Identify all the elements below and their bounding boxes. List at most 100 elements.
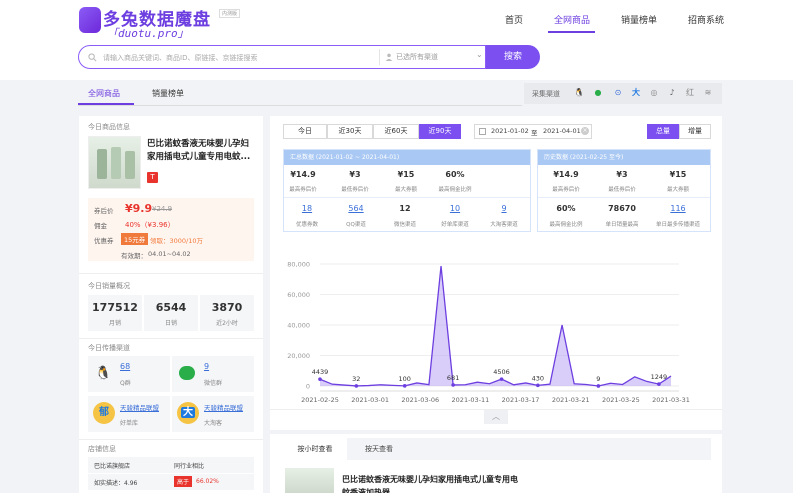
more-icon[interactable]: ≋ — [702, 87, 714, 99]
store-compare: 同行业相比 — [174, 463, 205, 470]
qq-channel-count[interactable]: 68 — [120, 362, 130, 371]
summary-min-price-label: 最低券后价 — [341, 187, 369, 193]
x-tick-label: 2021-02-25 — [301, 396, 339, 404]
channel-select[interactable]: 已选所有渠道 ⌄ — [379, 49, 486, 65]
summary-max-price-label: 最高券后价 — [289, 187, 317, 193]
qq-channel-box[interactable]: 🐧 68 Q群 — [88, 356, 170, 392]
product-image[interactable] — [88, 136, 141, 189]
channel-select-value: 已选所有渠道 — [396, 53, 438, 61]
store-desc-label: 如实描述：4.96 — [94, 480, 138, 487]
summary-wechat-count: 12 — [399, 204, 411, 213]
product-name[interactable]: 巴比诺蚊香液无味婴儿孕妇家用插电式儿童专用电蚊... — [147, 138, 255, 164]
x-tick-label: 2021-03-17 — [502, 396, 540, 404]
red-icon[interactable]: 红 — [684, 87, 696, 99]
wechat-channel-label: 微信群 — [204, 380, 223, 387]
chart-data-label: 681 — [447, 374, 459, 382]
tab-daily[interactable]: 按天查看 — [347, 438, 411, 460]
date-btn-90[interactable]: 近90天 — [419, 124, 461, 139]
daily-sales-box: 6544 日销 — [144, 295, 198, 331]
y-tick-label: 60,000 — [287, 291, 310, 299]
nav-sales-rank[interactable]: 销量榜单 — [621, 13, 657, 26]
date-btn-today[interactable]: 今日 — [283, 124, 327, 139]
date-btn-30[interactable]: 近30天 — [327, 124, 373, 139]
dataoke-label: 大淘客 — [204, 420, 223, 427]
wechat-channel-box[interactable]: 9 微信群 — [172, 356, 254, 392]
chart-point — [318, 377, 322, 382]
summary-dataoke-count[interactable]: 9 — [486, 204, 522, 213]
search-input[interactable]: 请输入商品关键词、商品ID、原链接、京链接搜索 已选所有渠道 ⌄ — [78, 45, 486, 69]
two-hour-sales-label: 近2小时 — [216, 320, 238, 327]
history-max-price-label: 最高券后价 — [552, 187, 580, 193]
logo[interactable]: 多兔数据魔盘 「duotu.pro」 内测版 — [79, 4, 251, 40]
history-max-channels[interactable]: 116 — [660, 204, 696, 213]
summary-haodanku-count[interactable]: 10 — [437, 204, 473, 213]
store-desc-pct: 66.02% — [196, 478, 219, 485]
dataoke-alliance[interactable]: 天骏精品联盟 — [204, 402, 243, 412]
nav-home[interactable]: 首页 — [505, 13, 523, 26]
y-tick-label: 40,000 — [287, 322, 310, 330]
dataoke-channel-box[interactable]: 大 天骏精品联盟 大淘客 — [172, 396, 254, 432]
tmall-icon: T — [147, 172, 158, 183]
bottom-product-name[interactable]: 巴比诺蚊香液无味婴儿孕妇家用插电式儿童专用电 — [342, 474, 702, 485]
divider — [78, 105, 522, 106]
monthly-sales-box: 177512 月销 — [88, 295, 142, 331]
history-max-coupon: ¥15 — [669, 170, 687, 179]
haodanku-icon: 郁 — [93, 402, 115, 424]
tiktok-icon[interactable]: ♪ — [666, 87, 678, 99]
y-tick-label: 80,000 — [287, 261, 310, 269]
chart-point — [354, 384, 359, 388]
y-tick-label: 20,000 — [287, 352, 310, 360]
chart-data-label: 4439 — [312, 368, 329, 376]
history-max-commission: 60% — [556, 204, 576, 213]
wechat-channel-count[interactable]: 9 — [204, 362, 209, 371]
chart-point — [451, 383, 455, 387]
dataoke-icon[interactable]: 大 — [630, 87, 642, 99]
date-btn-60[interactable]: 近60天 — [373, 124, 419, 139]
summary-dataoke-count-label: 大淘客渠道 — [490, 222, 518, 228]
coupon-badge[interactable]: 15元券 — [121, 233, 149, 245]
clear-icon[interactable]: × — [581, 127, 589, 135]
bottom-product-image[interactable] — [285, 468, 334, 493]
y-tick-label: 0 — [306, 383, 310, 391]
qq-icon: 🐧 — [95, 366, 112, 381]
date-range-picker[interactable]: 2021-01-02 至 2021-04-01 × — [474, 124, 592, 139]
haodanku-alliance[interactable]: 天骏精品联盟 — [120, 402, 159, 412]
history-min-price-label: 最低券后价 — [608, 187, 636, 193]
store-name[interactable]: 巴比诺旗舰店 — [94, 461, 130, 470]
search-button[interactable]: 搜索 — [486, 45, 540, 69]
qq-icon[interactable]: 🐧 — [573, 87, 585, 99]
x-tick-label: 2021-03-01 — [351, 396, 389, 404]
original-price: ¥24.9 — [152, 205, 173, 213]
summary-max-commission-label: 最高佣金比例 — [438, 187, 472, 193]
summary-wechat-count-label: 微信渠道 — [393, 222, 416, 228]
nav-merchant[interactable]: 招商系统 — [688, 13, 724, 26]
weibo-icon[interactable]: ◎ — [648, 87, 660, 99]
tab-sales-rank[interactable]: 销量榜单 — [152, 88, 184, 99]
logo-sub-text: 「duotu.pro」 — [107, 27, 189, 40]
history-max-daily-sales: 78670 — [608, 204, 636, 213]
toggle-total[interactable]: 总量 — [647, 124, 679, 139]
dataoke-icon: 大 — [177, 402, 199, 424]
price-value: ¥9.9 — [125, 202, 153, 215]
chart-point — [536, 383, 540, 388]
summary-max-price: ¥14.9 — [290, 170, 316, 179]
summary-coupon-count[interactable]: 18 — [289, 204, 325, 213]
haodanku-icon[interactable]: ⊙ — [612, 87, 624, 99]
summary-max-coupon-label: 最大券额 — [394, 187, 417, 193]
tab-all-products[interactable]: 全网商品 — [88, 88, 120, 99]
summary-qq-count[interactable]: 564 — [338, 204, 374, 213]
price-box: 券后价 ¥9.9 ¥24.9 佣金 40%（¥3.96） 优惠券 15元券 领取… — [88, 198, 254, 261]
history-max-daily-sales-label: 单日销量最高 — [605, 222, 639, 228]
monthly-sales-value: 177512 — [92, 301, 138, 314]
chart-point — [402, 384, 407, 388]
channel-title: 今日传播渠道 — [88, 344, 130, 352]
nav-all-products[interactable]: 全网商品 — [554, 13, 590, 26]
tab-hourly[interactable]: 按小时查看 — [283, 438, 347, 460]
validity-label: 有效期： — [121, 252, 147, 260]
wechat-icon[interactable]: ● — [592, 87, 604, 99]
collapse-icon[interactable]: ︿ — [484, 410, 508, 424]
haodanku-channel-box[interactable]: 郁 天骏精品联盟 好单库 — [88, 396, 170, 432]
user-group-icon — [385, 53, 393, 61]
toggle-increment[interactable]: 增量 — [679, 124, 711, 139]
chart-point — [596, 384, 601, 388]
